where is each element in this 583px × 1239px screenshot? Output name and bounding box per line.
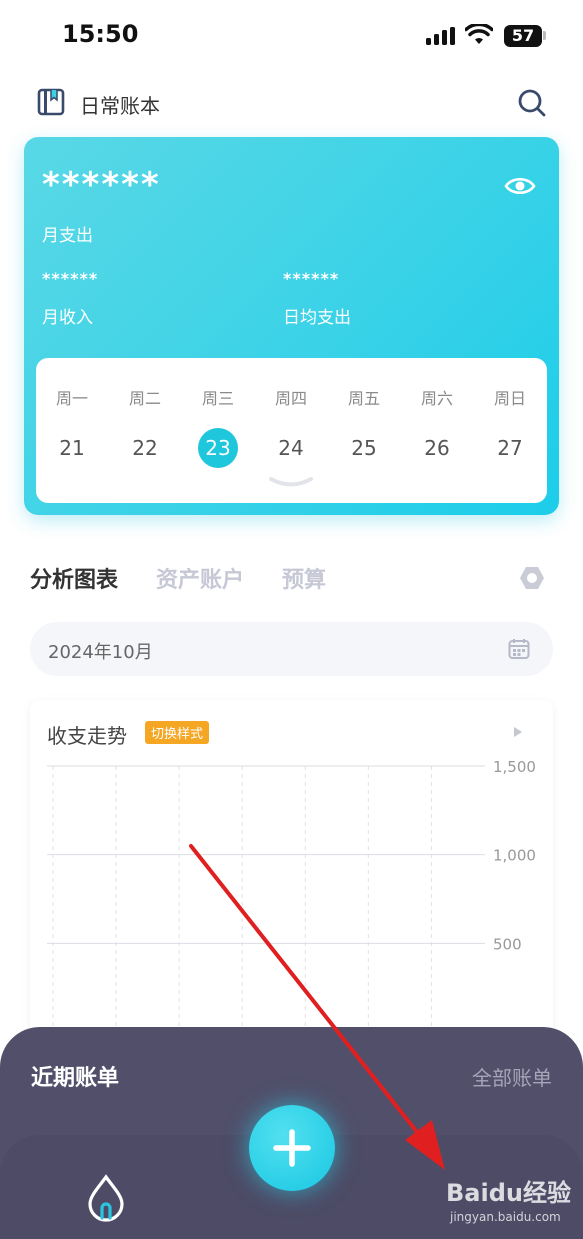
y-tick-label: 1,000: [493, 847, 536, 865]
monthly-income-label: 月收入: [42, 308, 93, 328]
tab-asset-accounts[interactable]: 资产账户: [156, 562, 244, 594]
monthly-expense-label: 月支出: [42, 226, 93, 246]
monthly-income-value: ******: [42, 269, 99, 288]
watermark-url: jingyan.baidu.com: [450, 1210, 561, 1224]
tab-budget[interactable]: 预算: [282, 562, 326, 594]
watermark-logo: Baidu经验: [446, 1179, 571, 1207]
summary-card: ****** 月支出 ****** 月收入 ****** 日均支出 周一 周二 …: [24, 137, 559, 515]
app-header: 日常账本: [0, 80, 583, 124]
monthly-expense-value: ******: [42, 165, 161, 205]
week-calendar: 周一 周二 周三 周四 周五 周六 周日 21 22 23 24 25 26 2…: [36, 358, 547, 503]
chart-title: 收支走势: [47, 724, 127, 748]
play-icon[interactable]: [513, 726, 523, 738]
weekday-label: 周一: [55, 389, 88, 408]
calendar-day-selected[interactable]: 23: [198, 428, 238, 468]
trend-chart-card: 1,500 1,000 500 收支走势 切换样式: [30, 700, 553, 1040]
daily-average-value: ******: [283, 269, 340, 288]
weekday-label: 周日: [493, 389, 526, 408]
weekday-label: 周三: [201, 389, 234, 408]
battery-cap: [543, 31, 546, 40]
add-bill-button[interactable]: [249, 1105, 335, 1191]
plus-icon: [273, 1129, 311, 1167]
ledger-title[interactable]: 日常账本: [80, 90, 160, 119]
y-tick-label: 1,500: [493, 758, 536, 776]
calendar-day[interactable]: 22: [125, 428, 165, 468]
calendar-day[interactable]: 21: [52, 428, 92, 468]
battery-level: 57: [511, 26, 535, 45]
switch-style-button[interactable]: 切换样式: [145, 721, 210, 744]
calendar-day[interactable]: 24: [271, 428, 311, 468]
month-picker[interactable]: 2024年10月: [30, 622, 553, 676]
tab-analysis-chart[interactable]: 分析图表: [30, 562, 118, 594]
weekday-label: 周四: [274, 389, 307, 408]
recent-bills-title: 近期账单: [31, 1066, 120, 1091]
status-bar: 15:50 57: [0, 0, 583, 72]
wifi-icon: [465, 24, 493, 44]
settings-hex-icon[interactable]: [519, 566, 545, 590]
book-icon[interactable]: [37, 88, 65, 116]
status-time: 15:50: [62, 20, 139, 48]
all-bills-link[interactable]: 全部账单: [472, 1062, 552, 1091]
signal-icon: [426, 27, 455, 45]
y-tick-label: 500: [493, 935, 522, 953]
chevron-down-icon[interactable]: [269, 476, 313, 490]
calendar-icon[interactable]: [508, 638, 530, 660]
search-icon[interactable]: [517, 88, 547, 118]
calendar-day[interactable]: 27: [490, 428, 530, 468]
calendar-day[interactable]: 26: [417, 428, 457, 468]
eye-icon[interactable]: [504, 175, 536, 197]
trend-chart: 1,500 1,000 500: [47, 758, 536, 1040]
weekday-label: 周二: [128, 389, 161, 408]
month-value: 2024年10月: [48, 642, 153, 663]
weekday-label: 周五: [347, 389, 380, 408]
battery-icon: 57: [504, 25, 542, 47]
calendar-day[interactable]: 25: [344, 428, 384, 468]
drop-icon[interactable]: [86, 1174, 126, 1222]
weekday-label: 周六: [420, 389, 453, 408]
daily-average-label: 日均支出: [283, 308, 351, 328]
